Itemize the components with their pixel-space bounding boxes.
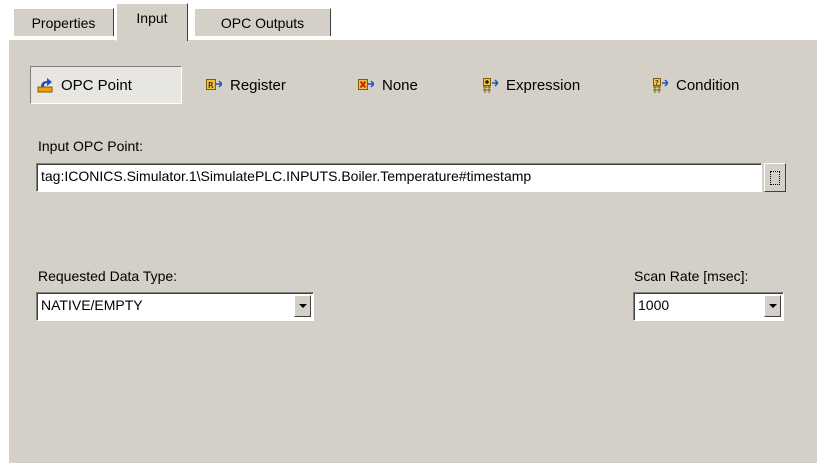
svg-text:R: R <box>208 81 214 90</box>
condition-button[interactable]: ? Condition <box>646 66 786 104</box>
expression-button[interactable]: Expression <box>476 66 626 104</box>
register-label: Register <box>230 76 286 94</box>
svg-text:?: ? <box>655 79 659 87</box>
requested-data-type-select[interactable]: NATIVE/EMPTY <box>36 292 314 321</box>
input-opc-point-field[interactable]: tag:ICONICS.Simulator.1\SimulatePLC.INPU… <box>36 163 762 192</box>
tab-properties[interactable]: Properties <box>13 8 114 36</box>
browse-icon <box>770 170 780 185</box>
register-button[interactable]: R Register <box>200 66 330 104</box>
opc-point-button[interactable]: OPC Point <box>30 66 182 104</box>
tab-opc-outputs[interactable]: OPC Outputs <box>194 8 331 36</box>
opc-point-label: OPC Point <box>61 76 132 94</box>
none-label: None <box>382 76 418 94</box>
tab-strip: Properties Input OPC Outputs <box>0 0 817 41</box>
scan-rate-select[interactable]: 1000 <box>633 292 784 321</box>
input-opc-point-label: Input OPC Point: <box>38 138 144 154</box>
requested-data-type-label: Requested Data Type: <box>38 268 178 284</box>
expression-icon <box>482 77 500 93</box>
chevron-down-icon[interactable] <box>764 295 781 317</box>
chevron-down-icon[interactable] <box>294 295 311 317</box>
none-icon <box>358 77 376 93</box>
tab-input[interactable]: Input <box>116 3 188 41</box>
register-icon: R <box>206 77 224 93</box>
opc-point-icon <box>37 77 53 93</box>
scan-rate-value: 1000 <box>638 297 670 313</box>
none-button[interactable]: None <box>352 66 452 104</box>
expression-label: Expression <box>506 76 581 94</box>
condition-label: Condition <box>676 76 740 94</box>
scan-rate-label: Scan Rate [msec]: <box>634 268 749 284</box>
requested-data-type-value: NATIVE/EMPTY <box>41 297 143 313</box>
browse-button[interactable] <box>764 163 786 192</box>
condition-icon: ? <box>652 77 670 93</box>
